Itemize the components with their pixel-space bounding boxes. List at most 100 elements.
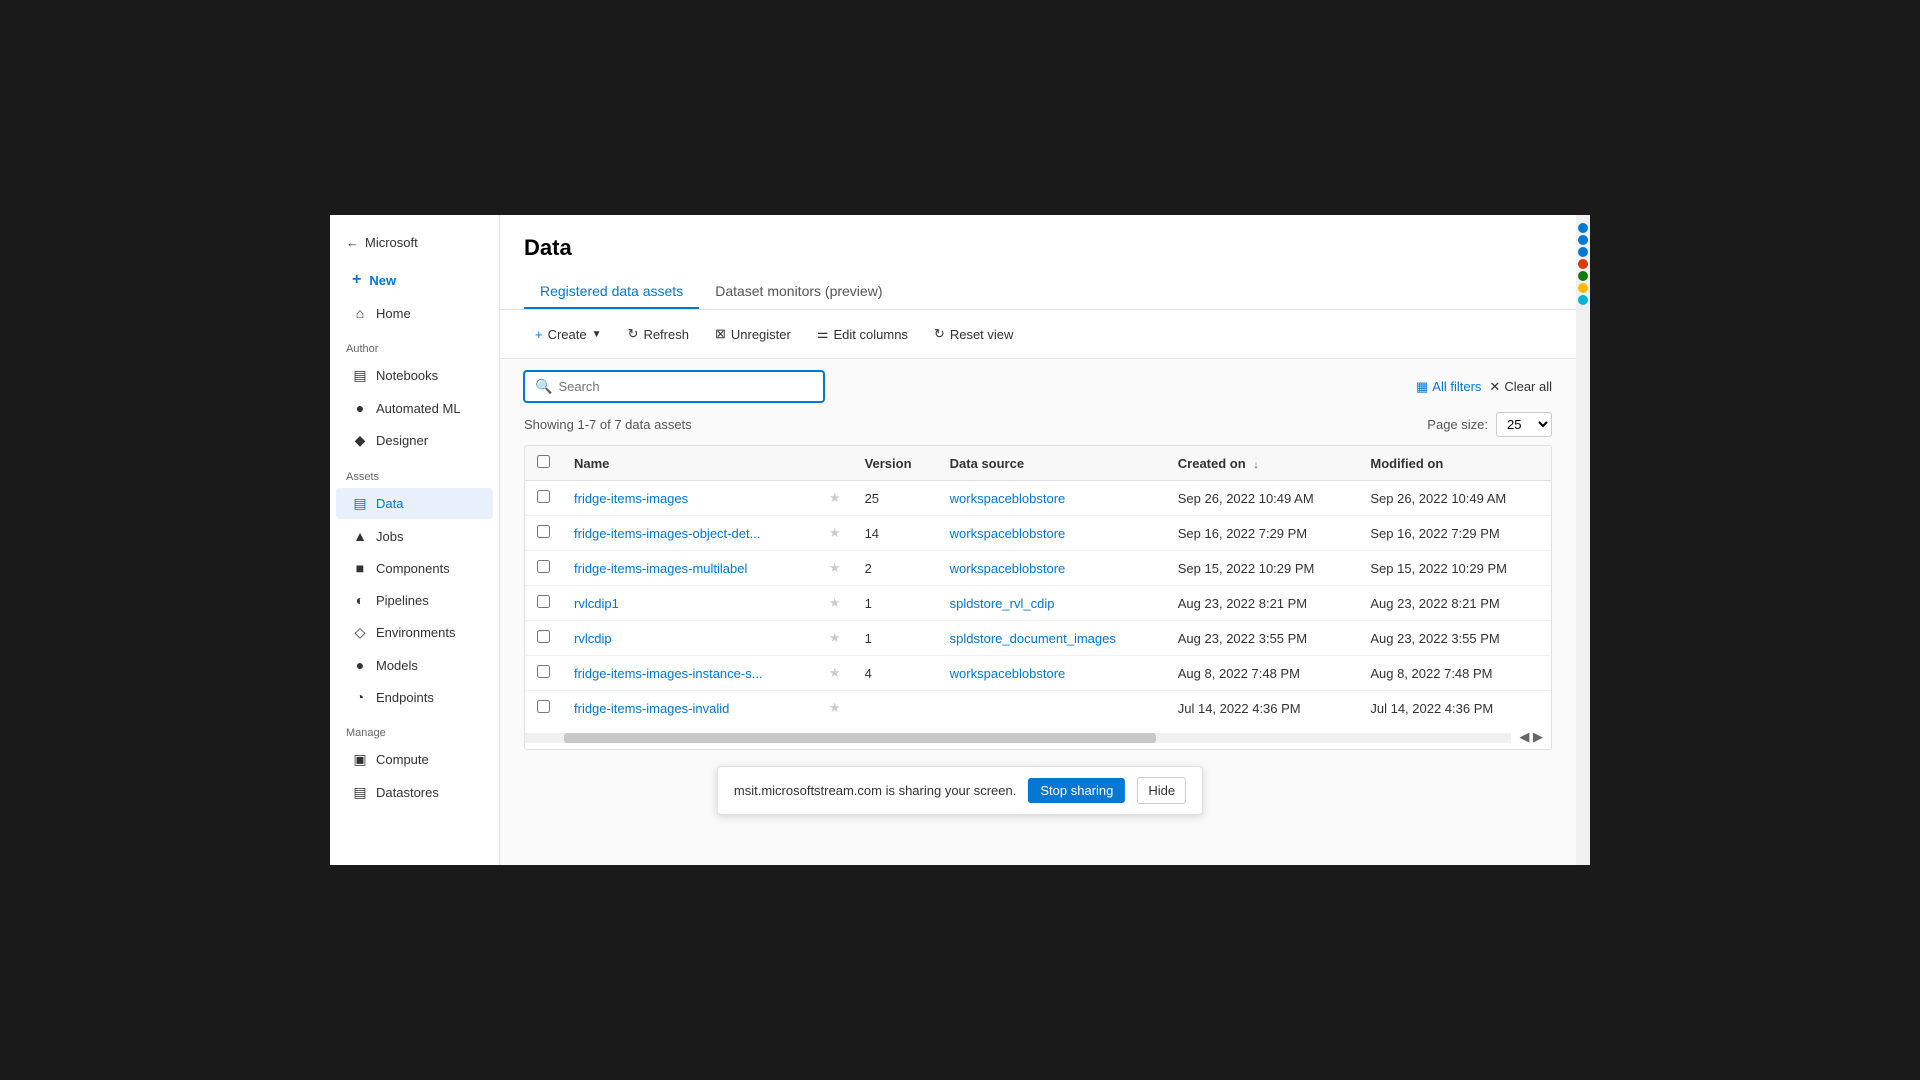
row-checkbox-6[interactable] bbox=[525, 691, 562, 726]
back-icon: ← bbox=[346, 235, 359, 250]
sidebar-item-pipelines[interactable]: ◐ Pipelines bbox=[336, 585, 493, 615]
right-bar-dot-6 bbox=[1578, 283, 1588, 293]
col-datasource[interactable]: Data source bbox=[938, 446, 1166, 481]
col-checkbox[interactable] bbox=[525, 446, 562, 481]
sidebar-section-author: Author bbox=[330, 335, 499, 359]
row-star-0[interactable]: ★ bbox=[817, 481, 853, 516]
search-input[interactable] bbox=[558, 379, 813, 394]
environments-icon: ◇ bbox=[352, 624, 368, 641]
col-name[interactable]: Name bbox=[562, 446, 817, 481]
sidebar-back[interactable]: ← Microsoft bbox=[330, 227, 499, 258]
row-version-2: 2 bbox=[853, 551, 938, 586]
reset-view-button[interactable]: ↻ Reset view bbox=[923, 320, 1024, 348]
tab-registered[interactable]: Registered data assets bbox=[524, 275, 699, 309]
sidebar-item-datastores[interactable]: ▤ Datastores bbox=[336, 777, 493, 808]
data-icon: ▤ bbox=[352, 495, 368, 512]
stop-sharing-button[interactable]: Stop sharing bbox=[1028, 778, 1125, 803]
row-star-4[interactable]: ★ bbox=[817, 621, 853, 656]
sidebar-item-home[interactable]: ⌂ Home bbox=[336, 298, 493, 328]
data-table: Name Version Data source Created on bbox=[524, 445, 1552, 750]
sidebar-section-assets: Assets bbox=[330, 463, 499, 487]
refresh-icon: ↻ bbox=[628, 326, 639, 342]
row-checkbox-3[interactable] bbox=[525, 586, 562, 621]
search-box[interactable]: 🔍 bbox=[524, 371, 824, 402]
row-modified-0: Sep 26, 2022 10:49 AM bbox=[1358, 481, 1551, 516]
row-star-6[interactable]: ★ bbox=[817, 691, 853, 726]
page-size-row: Page size: 25 50 100 bbox=[1427, 412, 1552, 437]
refresh-button[interactable]: ↻ Refresh bbox=[617, 320, 700, 348]
components-icon: ■ bbox=[352, 560, 368, 576]
col-version[interactable]: Version bbox=[853, 446, 938, 481]
col-star bbox=[817, 446, 853, 481]
row-datasource-2[interactable]: workspaceblobstore bbox=[938, 551, 1166, 586]
sidebar-item-designer[interactable]: ◆ Designer bbox=[336, 425, 493, 456]
page-title: Data bbox=[524, 235, 1552, 261]
row-datasource-1[interactable]: workspaceblobstore bbox=[938, 516, 1166, 551]
col-modified-on[interactable]: Modified on bbox=[1358, 446, 1551, 481]
row-name-1[interactable]: fridge-items-images-object-det... bbox=[562, 516, 817, 551]
sidebar-item-components[interactable]: ■ Components bbox=[336, 553, 493, 583]
all-filters-button[interactable]: ▦ All filters bbox=[1416, 379, 1481, 395]
row-created-0: Sep 26, 2022 10:49 AM bbox=[1166, 481, 1359, 516]
sidebar-item-jobs[interactable]: ▲ Jobs bbox=[336, 521, 493, 551]
row-datasource-4[interactable]: spldstore_document_images bbox=[938, 621, 1166, 656]
row-version-0: 25 bbox=[853, 481, 938, 516]
home-icon: ⌂ bbox=[352, 305, 368, 321]
col-created-on[interactable]: Created on ↓ bbox=[1166, 446, 1359, 481]
row-name-2[interactable]: fridge-items-images-multilabel bbox=[562, 551, 817, 586]
row-checkbox-5[interactable] bbox=[525, 656, 562, 691]
designer-icon: ◆ bbox=[352, 432, 368, 449]
row-name-0[interactable]: fridge-items-images bbox=[562, 481, 817, 516]
row-checkbox-0[interactable] bbox=[525, 481, 562, 516]
row-created-3: Aug 23, 2022 8:21 PM bbox=[1166, 586, 1359, 621]
row-modified-6: Jul 14, 2022 4:36 PM bbox=[1358, 691, 1551, 726]
right-bar-dot-7 bbox=[1578, 295, 1588, 305]
reset-icon: ↻ bbox=[934, 326, 945, 342]
row-datasource-5[interactable]: workspaceblobstore bbox=[938, 656, 1166, 691]
sidebar-item-models[interactable]: ● Models bbox=[336, 650, 493, 680]
screen-sharing-toast: msit.microsoftstream.com is sharing your… bbox=[717, 766, 1203, 815]
row-star-2[interactable]: ★ bbox=[817, 551, 853, 586]
create-button[interactable]: + Create ▼ bbox=[524, 321, 613, 348]
plus-icon: + bbox=[535, 327, 543, 342]
sidebar-item-endpoints[interactable]: ◔ Endpoints bbox=[336, 682, 493, 712]
row-modified-3: Aug 23, 2022 8:21 PM bbox=[1358, 586, 1551, 621]
hide-button[interactable]: Hide bbox=[1137, 777, 1186, 804]
toolbar: + Create ▼ ↻ Refresh ⊠ Unregister ⚌ Edit… bbox=[500, 310, 1576, 359]
sidebar-item-compute[interactable]: ▣ Compute bbox=[336, 744, 493, 775]
showing-row: Showing 1-7 of 7 data assets Page size: … bbox=[524, 412, 1552, 445]
row-version-6 bbox=[853, 691, 938, 726]
row-datasource-3[interactable]: spldstore_rvl_cdip bbox=[938, 586, 1166, 621]
row-checkbox-1[interactable] bbox=[525, 516, 562, 551]
unregister-button[interactable]: ⊠ Unregister bbox=[704, 320, 802, 348]
sidebar-item-environments[interactable]: ◇ Environments bbox=[336, 617, 493, 648]
table-row: rvlcdip1 ★ 1 spldstore_rvl_cdip Aug 23, … bbox=[525, 586, 1551, 621]
select-all-checkbox[interactable] bbox=[537, 455, 550, 468]
page-size-select[interactable]: 25 50 100 bbox=[1496, 412, 1552, 437]
row-star-5[interactable]: ★ bbox=[817, 656, 853, 691]
row-datasource-6[interactable] bbox=[938, 691, 1166, 726]
row-checkbox-4[interactable] bbox=[525, 621, 562, 656]
row-name-4[interactable]: rvlcdip bbox=[562, 621, 817, 656]
edit-columns-button[interactable]: ⚌ Edit columns bbox=[806, 320, 919, 348]
row-name-3[interactable]: rvlcdip1 bbox=[562, 586, 817, 621]
models-icon: ● bbox=[352, 657, 368, 673]
sidebar-new-button[interactable]: + New bbox=[336, 264, 493, 296]
row-checkbox-2[interactable] bbox=[525, 551, 562, 586]
clear-all-button[interactable]: ✕ Clear all bbox=[1489, 379, 1552, 395]
row-star-1[interactable]: ★ bbox=[817, 516, 853, 551]
notebooks-icon: ▤ bbox=[352, 367, 368, 384]
sidebar-item-automated-ml[interactable]: ● Automated ML bbox=[336, 393, 493, 423]
sidebar-item-data[interactable]: ▤ Data bbox=[336, 488, 493, 519]
row-datasource-0[interactable]: workspaceblobstore bbox=[938, 481, 1166, 516]
sidebar-item-notebooks[interactable]: ▤ Notebooks bbox=[336, 360, 493, 391]
tab-monitors[interactable]: Dataset monitors (preview) bbox=[699, 275, 898, 309]
row-name-5[interactable]: fridge-items-images-instance-s... bbox=[562, 656, 817, 691]
table-row: fridge-items-images-instance-s... ★ 4 wo… bbox=[525, 656, 1551, 691]
right-bar bbox=[1576, 215, 1590, 865]
sidebar-brand: Microsoft bbox=[365, 235, 418, 250]
row-name-6[interactable]: fridge-items-images-invalid bbox=[562, 691, 817, 726]
row-star-3[interactable]: ★ bbox=[817, 586, 853, 621]
datastores-icon: ▤ bbox=[352, 784, 368, 801]
compute-icon: ▣ bbox=[352, 751, 368, 768]
